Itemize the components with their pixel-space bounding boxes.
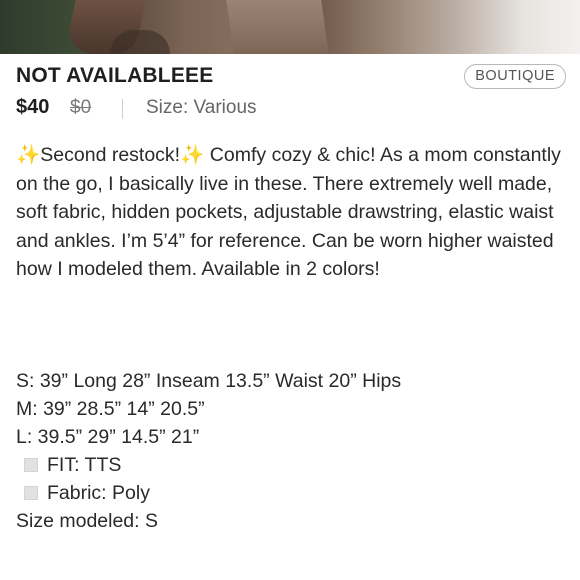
spec-line-modeled: Size modeled: S [16,510,158,532]
sparkles-icon: ✨ [16,144,41,166]
fabric-text: Fabric: Poly [47,482,150,504]
boutique-badge[interactable]: BOUTIQUE [464,64,566,89]
listing-title: NOT AVAILABLEEE [16,64,214,87]
divider [122,99,123,119]
square-icon [24,486,38,500]
spec-line-s: S: 39” Long 28” Inseam 13.5” Waist 20” H… [16,370,402,392]
photo-detail [226,0,329,54]
original-price: $0 [70,97,92,118]
spec-line-m: M: 39” 28.5” 14” 20.5” [16,398,205,420]
photo-detail [110,30,170,54]
sparkles-icon: ✨ [180,144,205,166]
spec-line-fabric: Fabric: Poly [16,479,572,507]
listing-description: ✨Second restock!✨ Comfy cozy & chic! As … [16,141,572,284]
fit-text: FIT: TTS [47,454,122,476]
size-label: Size: Various [146,97,257,118]
restock-text: Second restock! [40,144,181,166]
size-specs: S: 39” Long 28” Inseam 13.5” Waist 20” H… [16,367,572,535]
listing-header: NOT AVAILABLEEE BOUTIQUE [16,64,566,90]
square-icon [24,458,38,472]
spec-line-fit: FIT: TTS [16,451,572,479]
price-row: $40 $0 Size: Various [16,96,516,122]
product-photo[interactable] [0,0,580,54]
price: $40 [16,96,50,118]
spec-line-l: L: 39.5” 29” 14.5” 21” [16,426,200,448]
